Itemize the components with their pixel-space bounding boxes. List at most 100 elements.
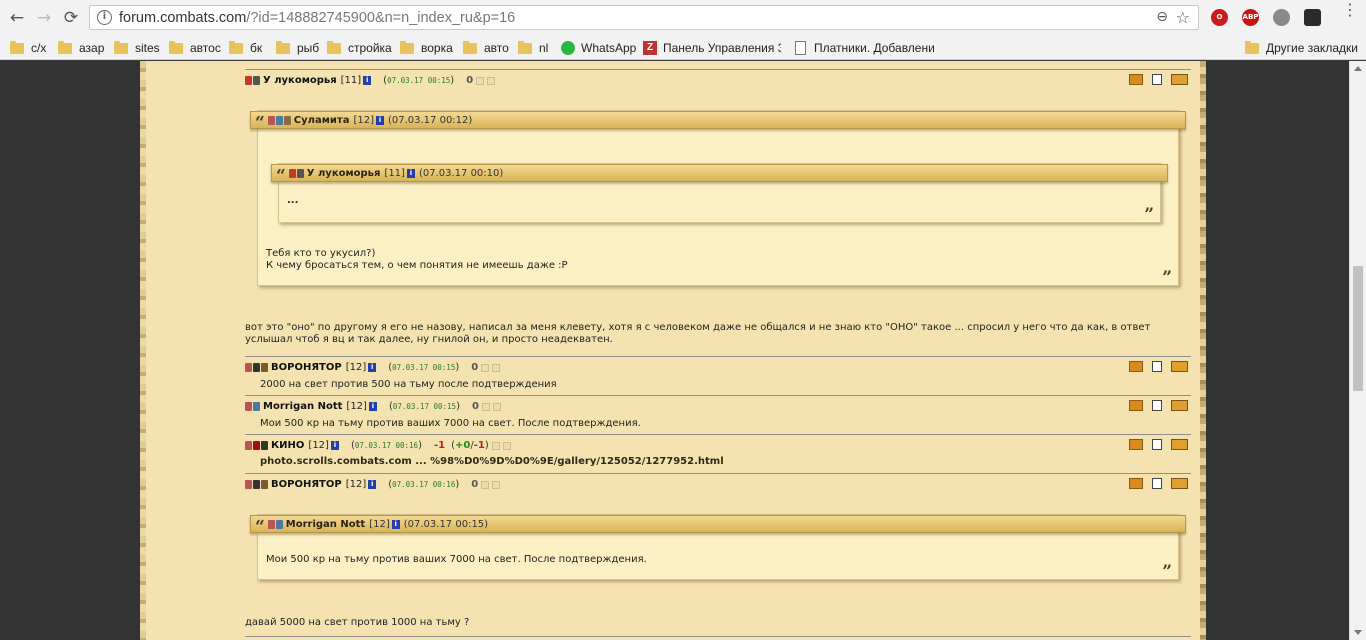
bookmark-whatsapp[interactable]: WhatsApp: [561, 40, 636, 56]
user-info-icon[interactable]: i: [330, 441, 339, 450]
post-author[interactable]: У лукоморья: [263, 75, 337, 86]
quote-date: (07.03.17 00:10): [418, 167, 504, 179]
user-info-icon[interactable]: i: [363, 76, 372, 85]
bookmark-folder[interactable]: бк: [229, 40, 262, 56]
reply-icon[interactable]: [1129, 400, 1143, 411]
rank-icon: [261, 363, 268, 372]
scroll-down-arrow-icon[interactable]: [1354, 630, 1362, 635]
reply-icon[interactable]: [1129, 361, 1143, 372]
vote-down-icon[interactable]: [492, 402, 501, 411]
user-badges: [245, 480, 269, 489]
other-bookmarks[interactable]: Другие закладки: [1245, 40, 1358, 56]
moderate-icon[interactable]: [1171, 439, 1188, 450]
user-info-icon[interactable]: i: [368, 480, 377, 489]
adblock-extension-icon[interactable]: ABP: [1242, 9, 1259, 26]
nested-quote-block: “ У лукоморья [11] i (07.03.17 00:10) ..…: [271, 163, 1168, 224]
site-info-icon[interactable]: i: [97, 10, 112, 25]
vote-down-icon[interactable]: [492, 480, 501, 489]
reply-icon[interactable]: [1129, 74, 1143, 85]
quote-block: “ Суламита [12] i (07.03.17 00:12) “ У л…: [250, 110, 1186, 287]
quote-author-level: [12]: [369, 518, 390, 530]
scrollbar-thumb[interactable]: [1353, 266, 1363, 391]
address-bar[interactable]: i forum.combats.com/?id=148882745900&n=n…: [89, 5, 1199, 30]
reply-icon[interactable]: [1129, 439, 1143, 450]
clan-icon: [245, 441, 252, 450]
browser-menu-icon[interactable]: ⋮: [1342, 2, 1358, 18]
moderate-icon[interactable]: [1171, 478, 1188, 489]
post-author-level: [12]: [308, 440, 329, 451]
page-scrollbar[interactable]: [1349, 61, 1366, 640]
quote-icon[interactable]: [1152, 400, 1162, 411]
opera-extension-icon[interactable]: O: [1211, 9, 1228, 26]
bookmark-folder[interactable]: с/х: [10, 40, 46, 56]
gamepad-extension-icon[interactable]: [1304, 9, 1321, 26]
vote-down-icon[interactable]: [492, 363, 501, 372]
bookmark-panel[interactable]: Z Панель Управления За: [643, 40, 781, 56]
post-body: Мои 500 кр на тьму против ваших 7000 на …: [260, 418, 641, 429]
user-badges: [267, 115, 292, 125]
zoom-icon[interactable]: ⊖: [1156, 9, 1168, 25]
quote-icon[interactable]: [1152, 478, 1162, 489]
folder-icon: [400, 40, 414, 54]
url-host: forum.combats.com: [119, 10, 247, 26]
moderate-icon[interactable]: [1171, 361, 1188, 372]
moderate-icon[interactable]: [1171, 400, 1188, 411]
bookmark-folder[interactable]: автос: [169, 40, 221, 56]
bookmark-folder[interactable]: авто: [463, 40, 509, 56]
quote-author[interactable]: Суламита: [294, 115, 350, 126]
vote-up-icon[interactable]: [481, 480, 490, 489]
quote-icon[interactable]: [1152, 439, 1162, 450]
user-info-icon[interactable]: i: [368, 402, 377, 411]
quote-icon[interactable]: [1152, 361, 1162, 372]
bookmark-label: Панель Управления За: [663, 41, 781, 55]
bookmark-folder[interactable]: стройка: [327, 40, 392, 56]
quote-date: (07.03.17 00:12): [387, 114, 473, 126]
reload-icon[interactable]: ⟳: [60, 7, 82, 29]
post-header: КИНО [12] i (07.03.17 00:16) -1 (+0/-1): [245, 439, 511, 452]
bookmark-label: Платники. Добавление: [814, 41, 934, 55]
bookmark-star-icon[interactable]: ☆: [1176, 8, 1190, 27]
bookmark-folder[interactable]: ворка: [400, 40, 453, 56]
user-info-icon[interactable]: i: [368, 363, 377, 372]
bookmark-folder[interactable]: рыб: [276, 40, 319, 56]
post-author[interactable]: КИНО: [271, 440, 304, 451]
vote-up-icon[interactable]: [481, 402, 490, 411]
url-text[interactable]: forum.combats.com/?id=148882745900&n=n_i…: [119, 10, 515, 26]
spiral-extension-icon[interactable]: [1273, 9, 1290, 26]
post-actions: [1129, 361, 1188, 372]
rank-icon: [283, 115, 291, 125]
quote-author[interactable]: Morrigan Nott: [286, 519, 365, 530]
scroll-up-arrow-icon[interactable]: [1354, 66, 1362, 71]
bookmark-label: WhatsApp: [581, 41, 637, 55]
bookmark-folder[interactable]: sites: [114, 40, 160, 56]
bookmark-label: с/х: [31, 41, 47, 55]
bookmark-folder[interactable]: азар: [58, 40, 104, 56]
post-author[interactable]: ВОРОНЯТОР: [271, 362, 342, 373]
user-info-icon[interactable]: i: [391, 519, 400, 529]
quote-icon[interactable]: [1152, 74, 1162, 85]
post-author[interactable]: Morrigan Nott: [263, 401, 342, 412]
back-arrow-icon[interactable]: ←: [6, 7, 28, 29]
post-date: 07.03.17 00:16: [392, 480, 456, 489]
bookmark-folder[interactable]: nl: [518, 40, 548, 56]
post-link[interactable]: photo.scrolls.combats.com ... %98%D0%9D%…: [260, 456, 724, 467]
bookmark-label: sites: [135, 41, 160, 55]
post-date: 07.03.17 00:15: [387, 76, 451, 85]
vote-down-icon[interactable]: [502, 441, 511, 450]
user-info-icon[interactable]: i: [406, 168, 415, 178]
vote-up-icon[interactable]: [481, 363, 490, 372]
moderate-icon[interactable]: [1171, 74, 1188, 85]
bookmark-platniki[interactable]: Платники. Добавление: [795, 40, 934, 56]
vote-up-icon[interactable]: [491, 441, 500, 450]
clan-icon: [267, 519, 275, 529]
user-info-icon[interactable]: i: [375, 115, 384, 125]
reply-icon[interactable]: [1129, 478, 1143, 489]
post-author[interactable]: ВОРОНЯТОР: [271, 479, 342, 490]
post-rating: 0: [471, 362, 479, 373]
quote-author[interactable]: У лукоморья: [307, 168, 381, 179]
post-header: ВОРОНЯТОР [12] i (07.03.17 00:16) 0: [245, 478, 501, 491]
vote-down-icon[interactable]: [487, 76, 496, 85]
user-badges: [245, 76, 261, 85]
forward-arrow-icon[interactable]: →: [33, 7, 55, 29]
vote-up-icon[interactable]: [476, 76, 485, 85]
